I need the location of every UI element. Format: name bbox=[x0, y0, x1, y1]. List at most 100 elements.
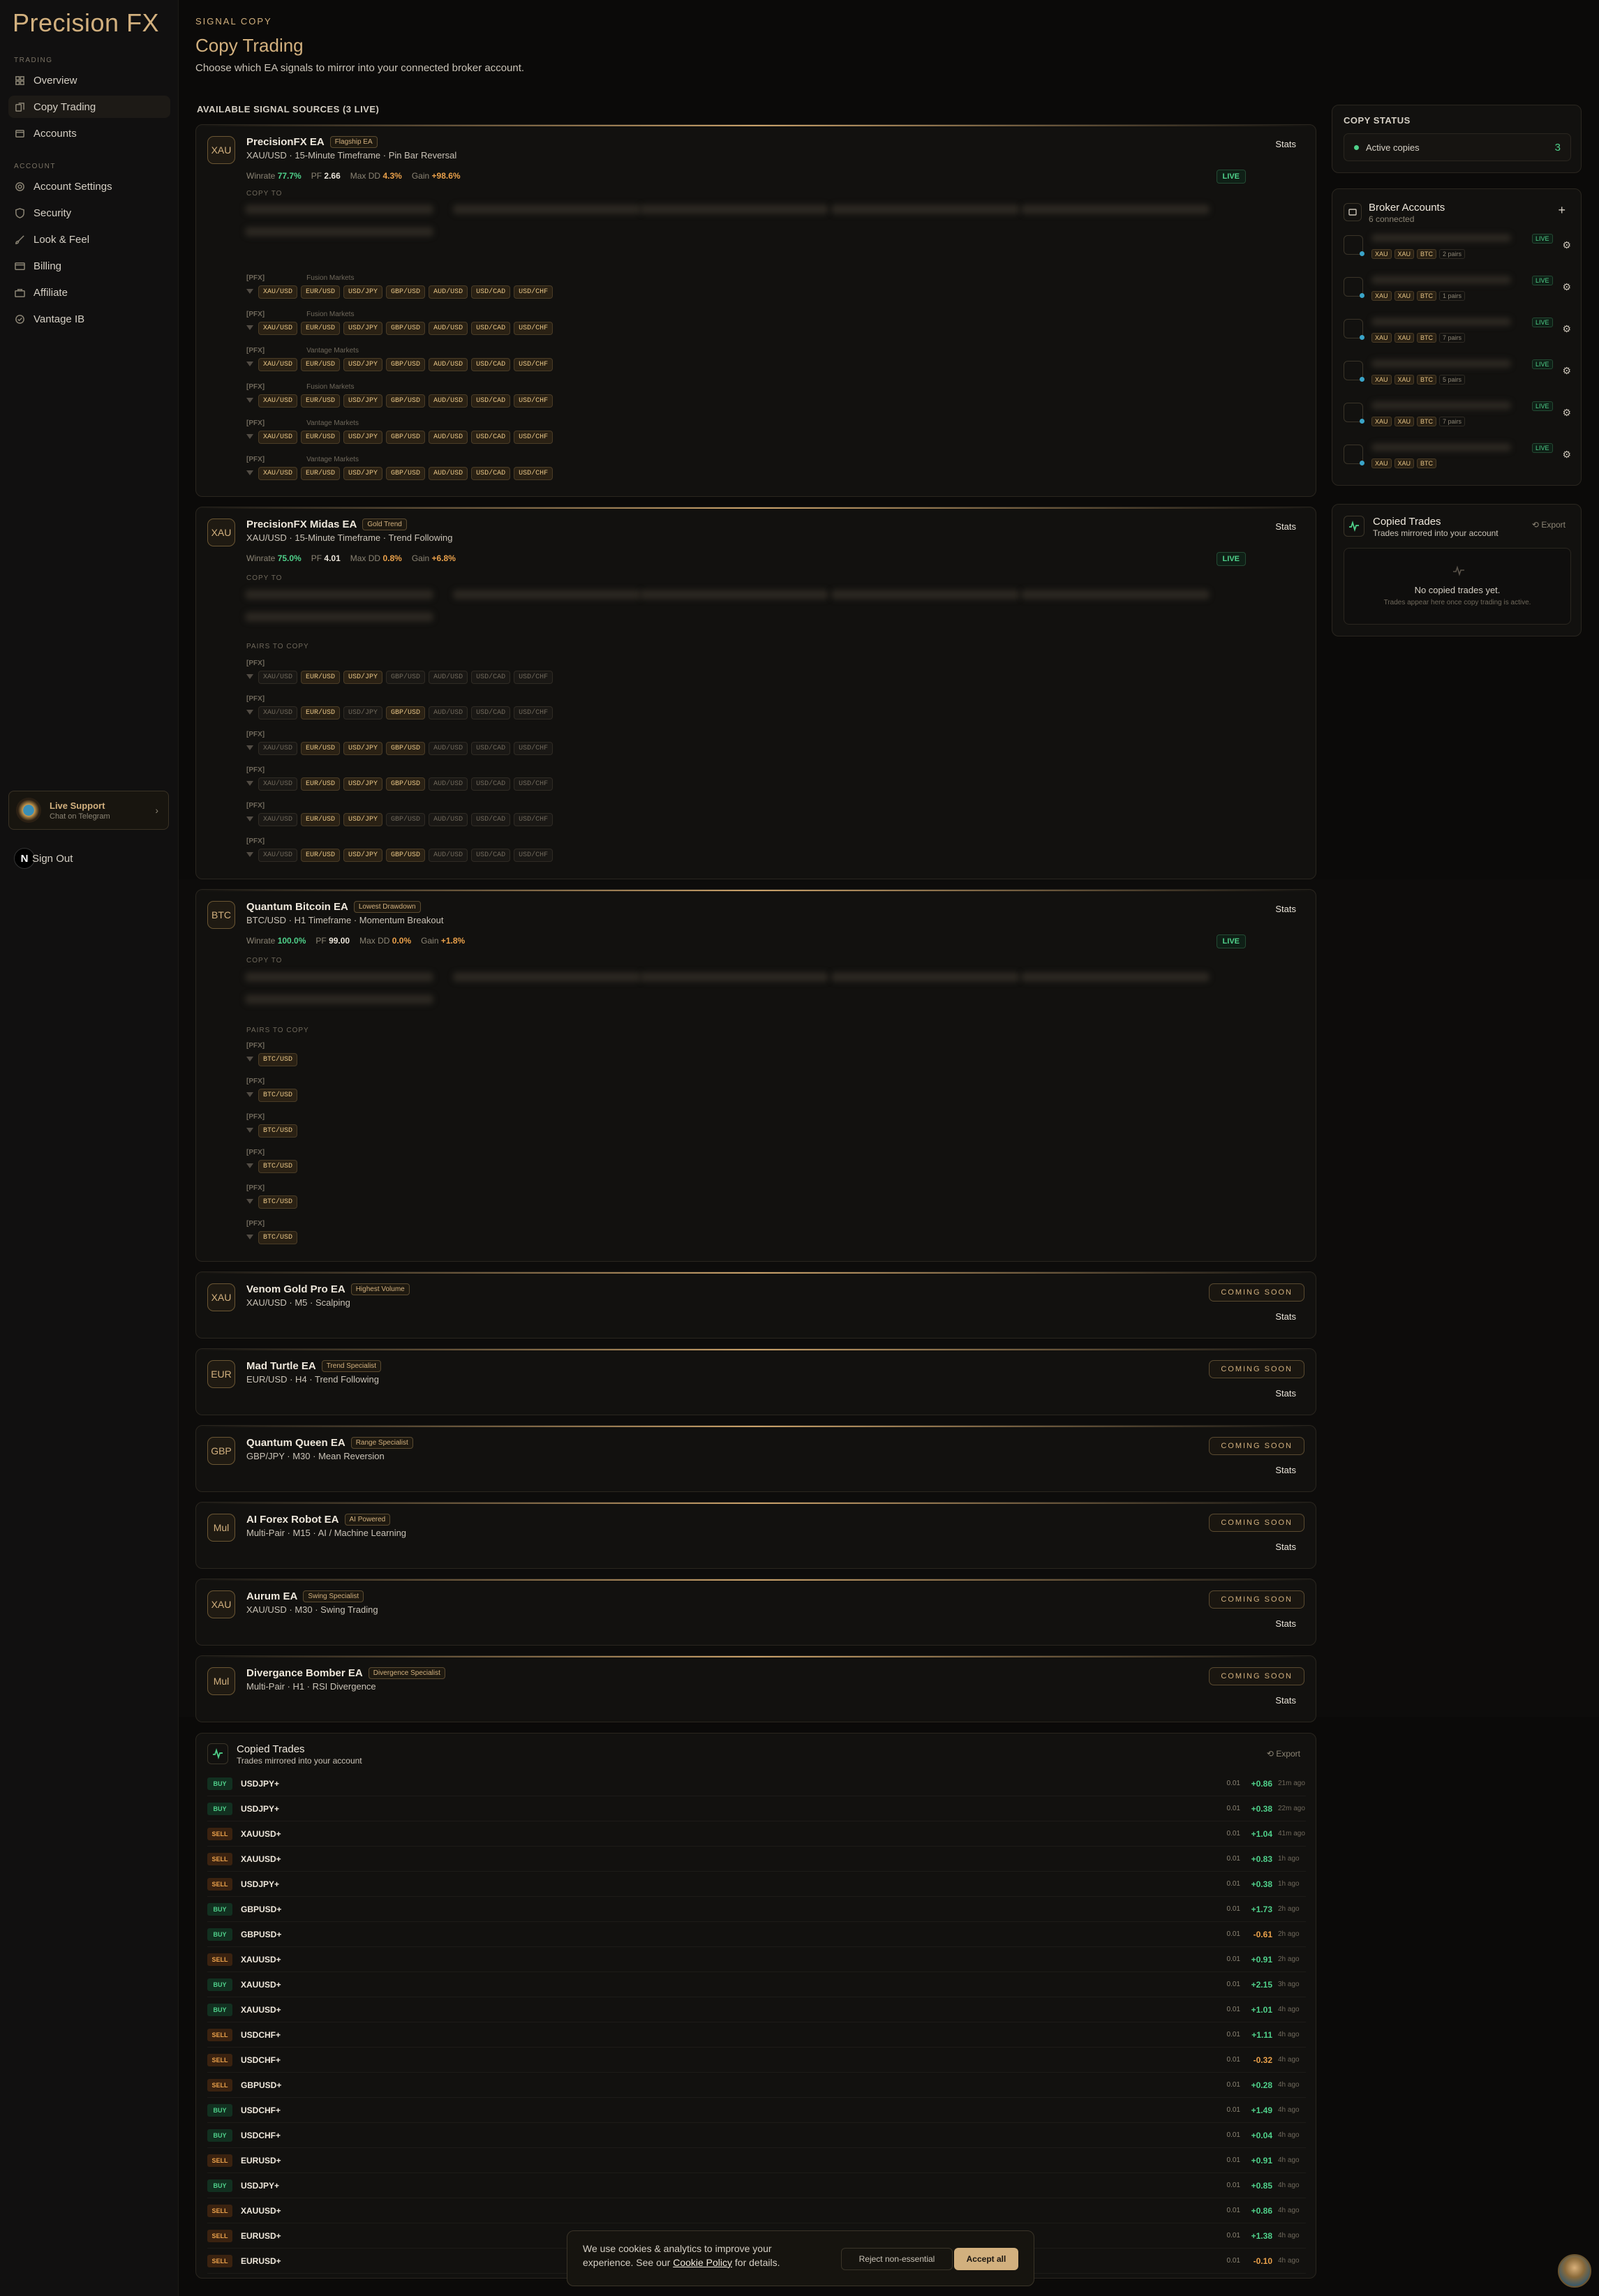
pair-chip[interactable]: USD/CAD bbox=[471, 671, 511, 684]
pair-chip[interactable]: XAU/USD bbox=[258, 285, 298, 299]
pair-chip[interactable]: EUR/USD bbox=[301, 813, 341, 826]
gear-icon[interactable]: ⚙ bbox=[1562, 365, 1571, 377]
reject-cookies-button[interactable]: Reject non-essential bbox=[841, 2248, 953, 2270]
pair-chip[interactable]: EUR/USD bbox=[301, 285, 341, 299]
sidebar-item-billing[interactable]: Billing bbox=[8, 255, 170, 277]
pair-chip[interactable]: AUD/USD bbox=[429, 706, 468, 720]
pair-chip[interactable]: USD/JPY bbox=[343, 742, 383, 755]
pair-chip[interactable]: EUR/USD bbox=[301, 777, 341, 791]
pair-chip[interactable]: GBP/USD bbox=[386, 358, 426, 371]
pair-chip[interactable]: XAU/USD bbox=[258, 358, 298, 371]
broker-account-option[interactable] bbox=[453, 972, 641, 982]
stats-link[interactable]: Stats bbox=[1275, 1695, 1296, 1706]
pair-chip[interactable]: AUD/USD bbox=[429, 431, 468, 444]
pair-chip[interactable]: USD/JPY bbox=[343, 671, 383, 684]
pair-chip[interactable]: AUD/USD bbox=[429, 358, 468, 371]
pair-chip[interactable]: USD/CAD bbox=[471, 358, 511, 371]
broker-account-row[interactable]: XAU XAU BTC LIVE ⚙ bbox=[1344, 438, 1571, 475]
sidebar-item-vantage-ib[interactable]: Vantage IB bbox=[8, 308, 170, 330]
pair-chip[interactable]: USD/CAD bbox=[471, 849, 511, 862]
pair-chip[interactable]: USD/CAD bbox=[471, 813, 511, 826]
pair-chip[interactable]: AUD/USD bbox=[429, 394, 468, 408]
pair-chip[interactable]: USD/CAD bbox=[471, 706, 511, 720]
accept-cookies-button[interactable]: Accept all bbox=[954, 2248, 1018, 2270]
stats-link[interactable]: Stats bbox=[1275, 521, 1296, 532]
pair-chip[interactable]: XAU/USD bbox=[258, 431, 298, 444]
stats-link[interactable]: Stats bbox=[1275, 1542, 1296, 1552]
broker-account-option[interactable] bbox=[453, 590, 641, 599]
pair-chip[interactable]: USD/JPY bbox=[343, 706, 383, 720]
export-button[interactable]: ⟲ Export bbox=[1532, 520, 1565, 530]
pair-chip[interactable]: AUD/USD bbox=[429, 742, 468, 755]
broker-account-option[interactable] bbox=[245, 994, 433, 1004]
pair-chip[interactable]: EUR/USD bbox=[301, 322, 341, 335]
broker-account-option[interactable] bbox=[245, 204, 433, 214]
pair-chip[interactable]: USD/JPY bbox=[343, 777, 383, 791]
broker-account-row[interactable]: XAU XAU BTC 7 pairs LIVE ⚙ bbox=[1344, 312, 1571, 350]
pair-chip[interactable]: EUR/USD bbox=[301, 431, 341, 444]
pair-chip[interactable]: USD/CHF bbox=[514, 285, 553, 299]
pair-chip[interactable]: XAU/USD bbox=[258, 706, 298, 720]
gear-icon[interactable]: ⚙ bbox=[1562, 407, 1571, 419]
broker-account-option[interactable] bbox=[245, 972, 433, 982]
broker-account-row[interactable]: XAU XAU BTC 7 pairs LIVE ⚙ bbox=[1344, 396, 1571, 433]
broker-account-option[interactable] bbox=[1021, 590, 1210, 599]
broker-account-option[interactable] bbox=[831, 590, 1020, 599]
pair-chip[interactable]: USD/CHF bbox=[514, 322, 553, 335]
pair-chip[interactable]: BTC/USD bbox=[258, 1089, 298, 1102]
pair-chip[interactable]: GBP/USD bbox=[386, 671, 426, 684]
gear-icon[interactable]: ⚙ bbox=[1562, 281, 1571, 293]
cookie-policy-link[interactable]: Cookie Policy bbox=[673, 2257, 732, 2268]
broker-account-row[interactable]: XAU XAU BTC 2 pairs LIVE ⚙ bbox=[1344, 228, 1571, 266]
pair-chip[interactable]: USD/JPY bbox=[343, 849, 383, 862]
pair-chip[interactable]: GBP/USD bbox=[386, 467, 426, 480]
pair-chip[interactable]: XAU/USD bbox=[258, 467, 298, 480]
pair-chip[interactable]: USD/CAD bbox=[471, 322, 511, 335]
pair-chip[interactable]: USD/CAD bbox=[471, 467, 511, 480]
pair-chip[interactable]: AUD/USD bbox=[429, 813, 468, 826]
stats-link[interactable]: Stats bbox=[1275, 1465, 1296, 1475]
pair-chip[interactable]: USD/CHF bbox=[514, 431, 553, 444]
broker-account-option[interactable] bbox=[1021, 204, 1210, 214]
pair-chip[interactable]: XAU/USD bbox=[258, 813, 298, 826]
broker-account-row[interactable]: XAU XAU BTC 5 pairs LIVE ⚙ bbox=[1344, 354, 1571, 392]
gear-icon[interactable]: ⚙ bbox=[1562, 449, 1571, 461]
pair-chip[interactable]: USD/CHF bbox=[514, 394, 553, 408]
pair-chip[interactable]: XAU/USD bbox=[258, 322, 298, 335]
pair-chip[interactable]: XAU/USD bbox=[258, 671, 298, 684]
pair-chip[interactable]: USD/CHF bbox=[514, 742, 553, 755]
pair-chip[interactable]: USD/CAD bbox=[471, 777, 511, 791]
pair-chip[interactable]: EUR/USD bbox=[301, 394, 341, 408]
pair-chip[interactable]: GBP/USD bbox=[386, 431, 426, 444]
pair-chip[interactable]: BTC/USD bbox=[258, 1160, 298, 1173]
export-button[interactable]: ⟲ Export bbox=[1267, 1749, 1300, 1759]
pair-chip[interactable]: USD/CHF bbox=[514, 706, 553, 720]
stats-link[interactable]: Stats bbox=[1275, 904, 1296, 914]
sidebar-item-overview[interactable]: Overview bbox=[8, 69, 170, 91]
pair-chip[interactable]: XAU/USD bbox=[258, 849, 298, 862]
broker-account-option[interactable] bbox=[640, 590, 828, 599]
pair-chip[interactable]: GBP/USD bbox=[386, 813, 426, 826]
sidebar-item-accounts[interactable]: Accounts bbox=[8, 122, 170, 144]
pair-chip[interactable]: GBP/USD bbox=[386, 742, 426, 755]
pair-chip[interactable]: USD/JPY bbox=[343, 813, 383, 826]
pair-chip[interactable]: EUR/USD bbox=[301, 849, 341, 862]
pair-chip[interactable]: USD/CHF bbox=[514, 358, 553, 371]
pair-chip[interactable]: USD/JPY bbox=[343, 358, 383, 371]
broker-account-option[interactable] bbox=[831, 204, 1020, 214]
broker-account-option[interactable] bbox=[453, 204, 641, 214]
pair-chip[interactable]: USD/CAD bbox=[471, 394, 511, 408]
pair-chip[interactable]: GBP/USD bbox=[386, 394, 426, 408]
sidebar-item-security[interactable]: Security bbox=[8, 202, 170, 224]
pair-chip[interactable]: USD/CHF bbox=[514, 671, 553, 684]
chat-avatar-button[interactable] bbox=[1558, 2254, 1591, 2288]
pair-chip[interactable]: USD/JPY bbox=[343, 285, 383, 299]
pair-chip[interactable]: AUD/USD bbox=[429, 322, 468, 335]
pair-chip[interactable]: BTC/USD bbox=[258, 1053, 298, 1066]
pair-chip[interactable]: BTC/USD bbox=[258, 1195, 298, 1209]
sidebar-item-account-settings[interactable]: Account Settings bbox=[8, 175, 170, 197]
pair-chip[interactable]: GBP/USD bbox=[386, 322, 426, 335]
pair-chip[interactable]: USD/CAD bbox=[471, 742, 511, 755]
broker-account-option[interactable] bbox=[640, 204, 828, 214]
pair-chip[interactable]: USD/JPY bbox=[343, 431, 383, 444]
